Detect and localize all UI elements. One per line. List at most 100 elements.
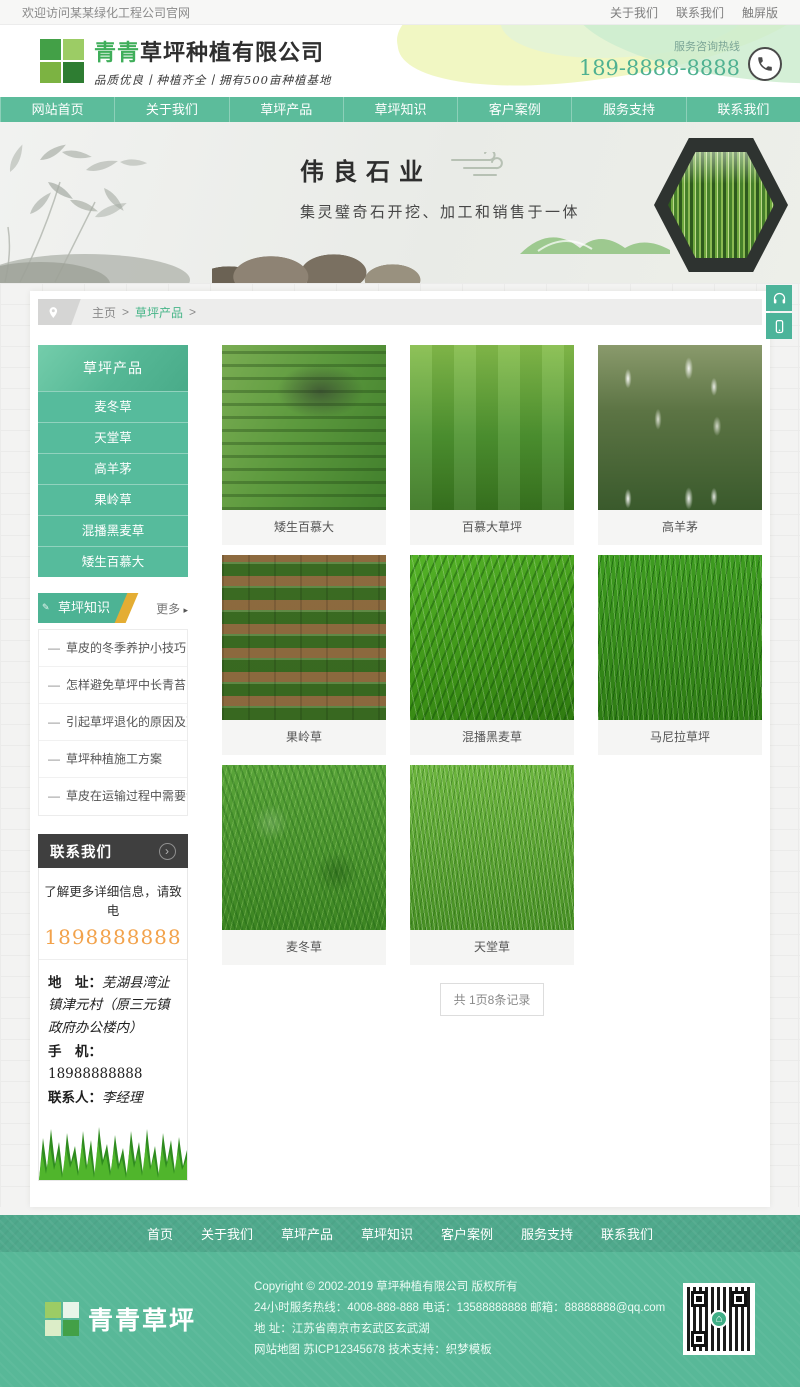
qr-finder [691, 1291, 707, 1307]
product-grid: 矮生百慕大 百慕大草坪 高羊茅 [222, 345, 762, 965]
main-area: 主页 > 草坪产品 > 草坪产品 麦冬草天堂草高羊茅果岭草混播黑麦草矮生百慕大 [0, 283, 800, 1207]
sidebar: 草坪产品 麦冬草天堂草高羊茅果岭草混播黑麦草矮生百慕大 ✎ 草坪知识 更多 [38, 345, 188, 1181]
qr-finder [731, 1291, 747, 1307]
breadcrumb-home[interactable]: 主页 [92, 304, 116, 321]
footer-info-line: Copyright © 2002-2019 草坪种植有限公司 版权所有 [254, 1277, 665, 1298]
news-list: —草皮的冬季养护小技巧—怎样避免草坪中长青苔—引起草坪退化的原因及更新复...—… [38, 629, 188, 816]
customer-service-button[interactable] [766, 285, 792, 311]
sidebar-products-title: 草坪产品 [38, 345, 188, 391]
product-name: 混播黑麦草 [410, 720, 574, 755]
footer-nav-item[interactable]: 联系我们 [601, 1224, 653, 1243]
content-container: 主页 > 草坪产品 > 草坪产品 麦冬草天堂草高羊茅果岭草混播黑麦草矮生百慕大 [30, 291, 770, 1207]
sidebar-product-item[interactable]: 矮生百慕大 [38, 546, 188, 577]
footer-info-line: 地 址：江苏省南京市玄武区玄武湖 [254, 1319, 665, 1340]
product-card[interactable]: 百慕大草坪 [410, 345, 574, 545]
floating-side-buttons [766, 285, 792, 341]
contact-mobile: 手 机：18988888888 [48, 1041, 178, 1086]
arrow-right-icon: ▸ [183, 605, 188, 615]
contact-person: 联系人：李经理 [48, 1087, 178, 1109]
topbar: 欢迎访问某某绿化工程公司官网 关于我们联系我们触屏版 [0, 0, 800, 25]
product-image [222, 345, 386, 510]
footer-nav-item[interactable]: 草坪知识 [361, 1224, 413, 1243]
logo-square [45, 1302, 61, 1318]
product-image [222, 765, 386, 930]
logo-square [40, 39, 61, 60]
nav-item[interactable]: 草坪产品 [229, 97, 343, 122]
news-item[interactable]: —草坪种植施工方案 [39, 741, 187, 778]
logo[interactable] [40, 39, 84, 83]
footer-nav: 首页 关于我们 草坪产品 草坪知识 客户案例 服务支持 联系我们 [0, 1215, 800, 1252]
topbar-link[interactable]: 联系我们 [676, 4, 724, 21]
product-image [410, 345, 574, 510]
product-image [410, 765, 574, 930]
location-pin-icon [38, 299, 81, 325]
pencil-icon: ✎ [42, 592, 50, 622]
footer-logo: 青青草坪 [45, 1301, 196, 1337]
product-card[interactable]: 果岭草 [222, 555, 386, 755]
logo-square [45, 1320, 61, 1336]
logo-square [40, 62, 61, 83]
product-name: 矮生百慕大 [222, 510, 386, 545]
footer-logo-mark [45, 1302, 79, 1336]
sidebar-product-item[interactable]: 麦冬草 [38, 391, 188, 422]
news-title: 草坪知识 [58, 600, 110, 615]
breadcrumb: 主页 > 草坪产品 > [38, 299, 762, 325]
qr-finder [691, 1331, 707, 1347]
company-name: 青青草坪种植有限公司 [94, 35, 331, 67]
topbar-link[interactable]: 触屏版 [742, 4, 778, 21]
nav-item[interactable]: 网站首页 [0, 97, 114, 122]
news-item[interactable]: —引起草坪退化的原因及更新复... [39, 704, 187, 741]
sidebar-product-item[interactable]: 高羊茅 [38, 453, 188, 484]
dash-bullet: — [48, 678, 60, 692]
product-card[interactable]: 高羊茅 [598, 345, 762, 545]
mobile-icon [772, 319, 787, 334]
nav-item[interactable]: 联系我们 [686, 97, 800, 122]
product-name: 天堂草 [410, 930, 574, 965]
logo-square [63, 39, 84, 60]
topbar-link[interactable]: 关于我们 [610, 4, 658, 21]
footer: 青青草坪 Copyright © 2002-2019 草坪种植有限公司 版权所有… [0, 1252, 800, 1387]
nav-item[interactable]: 关于我们 [114, 97, 228, 122]
footer-nav-item[interactable]: 客户案例 [441, 1224, 493, 1243]
news-item[interactable]: —草皮的冬季养护小技巧 [39, 630, 187, 667]
logo-square [63, 62, 84, 83]
product-name: 果岭草 [222, 720, 386, 755]
sidebar-product-item[interactable]: 混播黑麦草 [38, 515, 188, 546]
product-card[interactable]: 矮生百慕大 [222, 345, 386, 545]
bamboo-hexagon-photo [654, 138, 788, 272]
sidebar-products: 草坪产品 麦冬草天堂草高羊茅果岭草混播黑麦草矮生百慕大 [38, 345, 188, 577]
banner[interactable]: 伟良石业 集灵璧奇石开挖、加工和销售于一体 [0, 122, 800, 283]
product-card[interactable]: 麦冬草 [222, 765, 386, 965]
main-nav: 网站首页关于我们草坪产品草坪知识客户案例服务支持联系我们 [0, 97, 800, 122]
mobile-version-button[interactable] [766, 313, 792, 339]
footer-logo-text: 青青草坪 [88, 1301, 196, 1337]
product-name: 高羊茅 [598, 510, 762, 545]
footer-nav-item[interactable]: 关于我们 [201, 1224, 253, 1243]
news-item[interactable]: —怎样避免草坪中长青苔 [39, 667, 187, 704]
footer-nav-item[interactable]: 首页 [147, 1224, 173, 1243]
contact-address: 地 址：芜湖县湾沚镇津元村（原三元镇政府办公楼内） [48, 972, 178, 1039]
hotline-number: 189-8888-8888 [579, 56, 740, 80]
contact-arrow-icon[interactable]: › [159, 843, 176, 860]
breadcrumb-current[interactable]: 草坪产品 [135, 304, 183, 321]
nav-item[interactable]: 服务支持 [571, 97, 685, 122]
product-card[interactable]: 天堂草 [410, 765, 574, 965]
dash-bullet: — [48, 789, 60, 803]
sidebar-products-list: 麦冬草天堂草高羊茅果岭草混播黑麦草矮生百慕大 [38, 391, 188, 577]
nav-item[interactable]: 草坪知识 [343, 97, 457, 122]
product-card[interactable]: 混播黑麦草 [410, 555, 574, 755]
news-more-link[interactable]: 更多 ▸ [156, 600, 188, 617]
product-name: 麦冬草 [222, 930, 386, 965]
qr-code: ⌂ [683, 1283, 755, 1355]
footer-nav-item[interactable]: 草坪产品 [281, 1224, 333, 1243]
footer-nav-item[interactable]: 服务支持 [521, 1224, 573, 1243]
product-section: 矮生百慕大 百慕大草坪 高羊茅 [222, 345, 762, 1181]
news-item[interactable]: —草皮在运输过程中需要注意什... [39, 778, 187, 815]
header: 青青草坪种植有限公司 品质优良丨种植齐全丨拥有500亩种植基地 服务咨询热线 1… [0, 25, 800, 97]
sidebar-product-item[interactable]: 果岭草 [38, 484, 188, 515]
phone-icon [748, 47, 782, 81]
footer-info: Copyright © 2002-2019 草坪种植有限公司 版权所有24小时服… [254, 1277, 665, 1362]
product-card[interactable]: 马尼拉草坪 [598, 555, 762, 755]
nav-item[interactable]: 客户案例 [457, 97, 571, 122]
sidebar-product-item[interactable]: 天堂草 [38, 422, 188, 453]
